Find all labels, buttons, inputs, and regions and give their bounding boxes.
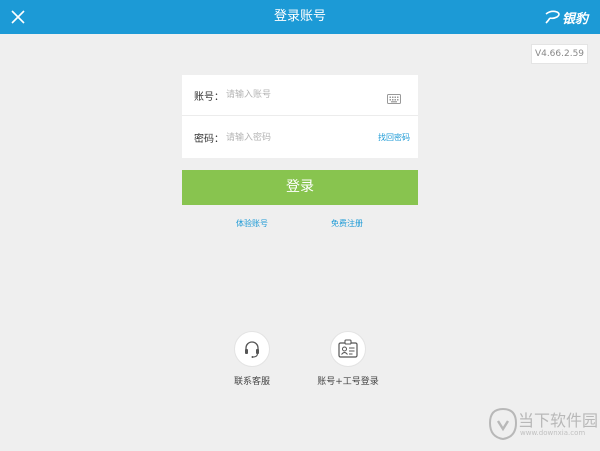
login-button[interactable]: 登录 <box>182 170 418 205</box>
watermark-logo-icon <box>488 407 518 441</box>
leopard-logo-icon <box>545 10 560 24</box>
id-card-icon <box>338 339 358 358</box>
password-row: 密码： 找回密码 <box>182 117 418 158</box>
register-link[interactable]: 免费注册 <box>331 218 363 229</box>
trial-account-link[interactable]: 体验账号 <box>236 218 268 229</box>
employee-login-label[interactable]: 账号+工号登录 <box>317 374 379 387</box>
account-label: 账号： <box>194 91 224 103</box>
watermark-url: www.downxia.com <box>520 429 586 437</box>
keyboard-icon[interactable] <box>387 89 401 104</box>
watermark-title: 当下软件园 <box>518 411 599 430</box>
brand-logo: 银豹 <box>545 6 588 28</box>
forgot-password-link[interactable]: 找回密码 <box>378 132 410 143</box>
watermark: 当下软件园 www.downxia.com <box>486 403 600 447</box>
password-label: 密码： <box>194 134 224 145</box>
password-input[interactable] <box>226 127 356 148</box>
page-title: 登录账号 <box>273 9 326 24</box>
account-input[interactable] <box>226 85 356 105</box>
logo-text: 银豹 <box>561 11 588 27</box>
login-form: 账号： 密码： 找回密码 <box>182 75 418 158</box>
employee-login-button[interactable] <box>330 331 366 367</box>
version-badge: V4.66.2.59 <box>531 44 588 64</box>
headset-icon <box>245 341 259 358</box>
customer-service-label[interactable]: 联系客服 <box>234 374 270 387</box>
account-row: 账号： <box>182 75 418 116</box>
header-bar: 登录账号 银豹 <box>0 0 600 34</box>
customer-service-button[interactable] <box>234 331 270 367</box>
